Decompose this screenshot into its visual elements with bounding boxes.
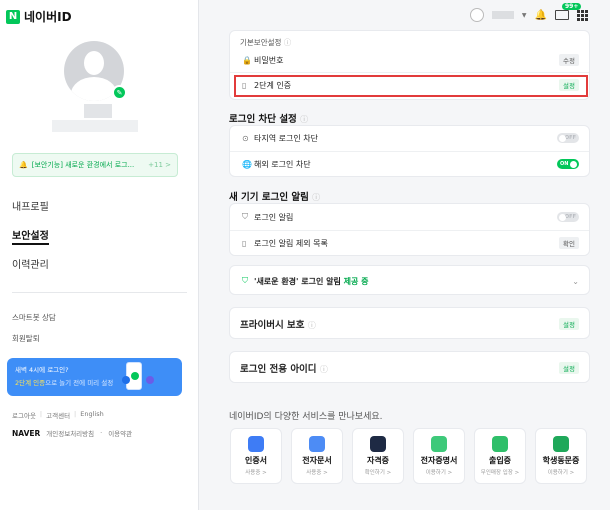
globe-icon: 🌐 — [242, 159, 252, 169]
terms-link[interactable]: 이용약관 — [108, 428, 132, 438]
mail-icon[interactable]: 99+ — [555, 3, 582, 20]
privacy-title: 프라이버시 보호 — [240, 320, 305, 331]
logout-link[interactable]: 로그아웃 — [12, 410, 36, 420]
overseas-block-row: 🌐 해외 로그인 차단 ON — [242, 157, 579, 171]
info-icon: ⓘ — [312, 193, 321, 202]
promo-banner[interactable]: 새벽 4시에 로그인? 2단계 인증으로 놀기 전에 미리 설정 — [7, 358, 182, 396]
privacy-policy-link[interactable]: 개인정보처리방침 — [46, 428, 94, 438]
services-title: 네이버ID의 다양한 서비스를 만나보세요. — [229, 412, 383, 422]
pencil-icon[interactable]: ✎ — [112, 85, 127, 100]
phone-icon: ▯ — [242, 238, 247, 248]
alert-exclude-row[interactable]: ▯ 로그인 알림 제외 목록 확인 — [242, 236, 579, 250]
chevron-down-icon[interactable]: ⌄ — [572, 277, 579, 286]
mail-badge: 99+ — [562, 3, 582, 10]
service-e-document[interactable]: 전자문서 사용중 > — [291, 428, 343, 484]
withdraw-link[interactable]: 회원탈퇴 — [12, 333, 40, 344]
divider — [12, 292, 187, 293]
apps-grid-icon[interactable] — [577, 9, 588, 21]
footer-legal: NAVER 개인정보처리방침 · 이용약관 — [12, 428, 133, 439]
nav-my-profile[interactable]: 내프로필 — [12, 198, 49, 213]
password-edit-button[interactable]: 수정 — [559, 54, 579, 66]
new-env-status: 제공 중 — [343, 276, 369, 286]
location-pin-icon: ⊙ — [242, 133, 249, 143]
naver-logo-icon: N — [6, 9, 20, 24]
info-icon: ⓘ — [307, 321, 316, 330]
shield-badge-icon — [146, 376, 154, 384]
license-icon — [370, 436, 386, 452]
password-row[interactable]: 🔒 비밀번호 수정 — [242, 53, 579, 67]
service-certificate[interactable]: 인증서 사용중 > — [230, 428, 282, 484]
privacy-card: 프라이버시 보호 ⓘ 설정 — [229, 307, 590, 339]
bell-badge-icon — [122, 376, 130, 384]
logo-text: 네이버ID — [24, 10, 72, 24]
new-device-card: ⛉ 로그인 알림 OFF ▯ 로그인 알림 제외 목록 확인 — [229, 203, 590, 256]
promo-line1: 새벽 4시에 로그인? — [15, 366, 69, 374]
login-only-card: 로그인 전용 아이디 ⓘ 설정 — [229, 351, 590, 383]
service-student-id[interactable]: 학생동문증 이용하기 > — [535, 428, 587, 484]
info-icon: ⓘ — [319, 365, 328, 374]
login-alert-toggle[interactable]: OFF — [557, 212, 579, 222]
service-access-pass[interactable]: 출입증 무인매장 입장 > — [474, 428, 526, 484]
highlight-box — [234, 75, 588, 97]
user-icon[interactable] — [469, 8, 484, 22]
overseas-block-toggle[interactable]: ON — [557, 159, 579, 169]
chevron-down-icon[interactable]: ▼ — [522, 12, 527, 19]
service-license[interactable]: 자격증 확인하기 > — [352, 428, 404, 484]
service-e-certificate[interactable]: 전자증명서 이용하기 > — [413, 428, 465, 484]
help-link[interactable]: 고객센터 — [46, 410, 70, 420]
school-building-icon — [553, 436, 569, 452]
naver-wordmark: NAVER — [12, 428, 41, 438]
new-env-card[interactable]: ⛉ '새로운 환경' 로그인 알림 제공 중 ⌄ — [229, 265, 590, 295]
region-block-toggle[interactable]: OFF — [557, 133, 579, 143]
top-bar: ▼ 🔔 99+ — [469, 3, 588, 22]
nav-security-settings[interactable]: 보안설정 — [12, 227, 49, 245]
sidebar: N 네이버ID ✎ 🔔 [보안기능] 새로운 환경에서 로그... +11 > … — [0, 0, 199, 510]
login-only-title: 로그인 전용 아이디 — [240, 364, 317, 375]
shield-icon: ⛉ — [242, 212, 248, 221]
login-block-card: ⊙ 타지역 로그인 차단 OFF 🌐 해외 로그인 차단 ON — [229, 125, 590, 177]
shield-check-icon: ⛉ — [242, 276, 248, 285]
document-icon — [309, 436, 325, 452]
footer-links: 로그아웃 | 고객센터 | English — [12, 410, 104, 420]
english-link[interactable]: English — [80, 410, 103, 420]
profile-name-blurred — [84, 104, 112, 118]
new-device-title: 새 기기 로그인 알림 ⓘ — [229, 192, 321, 203]
access-pass-icon — [492, 436, 508, 452]
nav-history[interactable]: 이력관리 — [12, 256, 49, 271]
basic-security-card: 기본보안설정 ⓘ 🔒 비밀번호 수정 ▯ 2단계 인증 설정 — [229, 30, 590, 100]
profile-email-blurred — [52, 120, 138, 132]
info-icon: ⓘ — [300, 115, 309, 124]
info-icon: ⓘ — [283, 38, 292, 47]
naver-id-logo[interactable]: N 네이버ID — [6, 8, 72, 25]
lock-icon: 🔒 — [242, 55, 252, 65]
new-env-label: '새로운 환경' 로그인 알림 — [254, 276, 341, 286]
notice-text: [보안기능] 새로운 환경에서 로그... — [31, 161, 135, 169]
alert-exclude-check-button[interactable]: 확인 — [559, 237, 579, 249]
certificate-shield-icon — [248, 436, 264, 452]
smartbot-link[interactable]: 스마트봇 상담 — [12, 312, 56, 323]
region-block-row: ⊙ 타지역 로그인 차단 OFF — [242, 131, 579, 145]
username-blurred[interactable] — [491, 11, 514, 19]
privacy-setup-button[interactable]: 설정 — [559, 318, 579, 330]
basic-security-title: 기본보안설정 ⓘ — [240, 38, 292, 47]
notice-count: +11 > — [148, 161, 171, 169]
notification-bell-icon[interactable]: 🔔 — [535, 10, 547, 21]
login-block-title: 로그인 차단 설정 ⓘ — [229, 114, 309, 125]
bell-icon: 🔔 — [19, 161, 28, 169]
e-certificate-icon — [431, 436, 447, 452]
login-alert-row: ⛉ 로그인 알림 OFF — [242, 210, 579, 224]
login-only-setup-button[interactable]: 설정 — [559, 362, 579, 374]
security-notice-banner[interactable]: 🔔 [보안기능] 새로운 환경에서 로그... +11 > — [12, 153, 178, 177]
